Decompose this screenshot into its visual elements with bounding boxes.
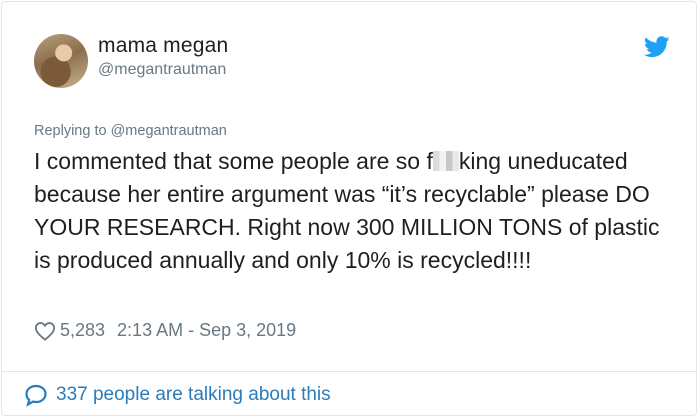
reply-context: Replying to @megantrautman — [34, 123, 227, 139]
like-count[interactable]: 5,283 — [60, 320, 105, 341]
reply-handle-link[interactable]: @megantrautman — [111, 123, 227, 139]
censor-blur — [432, 151, 459, 171]
divider — [2, 371, 696, 372]
tweet-text: I commented that some people are so f kin… — [34, 145, 674, 277]
speech-bubble-icon — [25, 384, 47, 407]
tweet-card: mama megan @megantrautman Replying to @m… — [1, 1, 697, 416]
twitter-bird-icon[interactable] — [644, 36, 670, 58]
talking-count-text[interactable]: 337 people are talking about this — [56, 384, 331, 406]
conversation-link[interactable]: 337 people are talking about this — [24, 383, 331, 407]
reply-prefix: Replying to — [34, 123, 107, 139]
tweet-timestamp[interactable]: 2:13 AM - Sep 3, 2019 — [117, 320, 296, 341]
author-display-name[interactable]: mama megan — [98, 34, 228, 58]
author-handle[interactable]: @megantrautman — [98, 61, 226, 79]
tweet-text-part1: I commented that some people are so f — [34, 148, 433, 174]
avatar[interactable] — [34, 34, 88, 88]
tweet-meta: 5,283 2:13 AM - Sep 3, 2019 — [34, 320, 296, 341]
heart-icon[interactable] — [34, 321, 56, 341]
